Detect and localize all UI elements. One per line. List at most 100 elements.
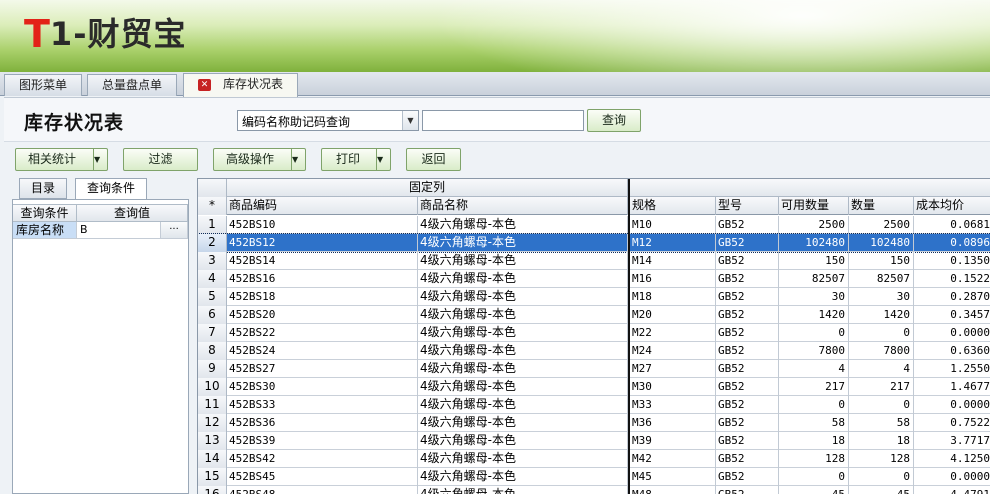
cell-spec[interactable]: M36 — [630, 414, 716, 432]
cell-model[interactable]: GB52 — [716, 432, 779, 450]
table-row[interactable]: 2 452BS12 4级六角螺母-本色 M12 GB52 102480 102480 0.08… — [198, 233, 990, 253]
cell-code[interactable]: 452BS45 — [227, 468, 418, 486]
cell-code[interactable]: 452BS27 — [227, 360, 418, 378]
cell-qty[interactable]: 0 — [849, 396, 914, 414]
cell-code[interactable]: 452BS14 — [227, 252, 418, 270]
cell-available-qty[interactable]: 1420 — [779, 306, 849, 324]
cell-avg-cost[interactable]: 3.7717 — [914, 432, 990, 450]
cell-available-qty[interactable]: 0 — [779, 324, 849, 342]
row-number[interactable]: 2 — [198, 234, 227, 252]
cell-name[interactable]: 4级六角螺母-本色 — [418, 216, 628, 234]
cell-qty[interactable]: 7800 — [849, 342, 914, 360]
row-select-all[interactable]: * — [198, 197, 227, 215]
table-row[interactable]: 6 452BS20 4级六角螺母-本色 M20 GB52 1420 1420 0.3457 — [198, 306, 990, 324]
cell-model[interactable]: GB52 — [716, 378, 779, 396]
tab-query-conditions[interactable]: 查询条件 — [75, 178, 148, 200]
chevron-down-icon[interactable]: ▼ — [93, 149, 107, 170]
col-header-spec[interactable]: 规格 — [630, 197, 716, 215]
cell-avg-cost[interactable]: 0.3457 — [914, 306, 990, 324]
back-button[interactable]: 返回 — [406, 148, 461, 171]
cell-avg-cost[interactable]: 0.0000 — [914, 468, 990, 486]
cell-qty[interactable]: 1420 — [849, 306, 914, 324]
cell-available-qty[interactable]: 30 — [779, 288, 849, 306]
table-row[interactable]: 8 452BS24 4级六角螺母-本色 M24 GB52 7800 7800 0.6360 — [198, 342, 990, 360]
tab-inventory-status[interactable]: ✕ 库存状况表 — [183, 73, 299, 97]
cell-spec[interactable]: M12 — [630, 234, 716, 252]
table-row[interactable]: 12 452BS36 4级六角螺母-本色 M36 GB52 58 58 0.7522 — [198, 414, 990, 432]
cell-avg-cost[interactable]: 0.0681 — [914, 216, 990, 234]
cell-model[interactable]: GB52 — [716, 288, 779, 306]
query-type-select[interactable]: 编码名称助记码查询 ▼ — [237, 110, 419, 131]
cell-code[interactable]: 452BS18 — [227, 288, 418, 306]
cell-available-qty[interactable]: 82507 — [779, 270, 849, 288]
cell-spec[interactable]: M24 — [630, 342, 716, 360]
row-number[interactable]: 13 — [198, 432, 227, 450]
cell-spec[interactable]: M10 — [630, 216, 716, 234]
cell-avg-cost[interactable]: 1.2550 — [914, 360, 990, 378]
cell-avg-cost[interactable]: 0.0000 — [914, 324, 990, 342]
tab-graphic-menu[interactable]: 图形菜单 — [4, 74, 83, 96]
tab-catalog[interactable]: 目录 — [19, 178, 68, 199]
row-number[interactable]: 15 — [198, 468, 227, 486]
cell-model[interactable]: GB52 — [716, 414, 779, 432]
table-row[interactable]: 4 452BS16 4级六角螺母-本色 M16 GB52 82507 82507 0.1522 — [198, 270, 990, 288]
cell-available-qty[interactable]: 45 — [779, 486, 849, 494]
cell-code[interactable]: 452BS36 — [227, 414, 418, 432]
cell-model[interactable]: GB52 — [716, 306, 779, 324]
row-number[interactable]: 3 — [198, 252, 227, 270]
cell-qty[interactable]: 2500 — [849, 216, 914, 234]
cell-code[interactable]: 452BS20 — [227, 306, 418, 324]
cell-avg-cost[interactable]: 4.1250 — [914, 450, 990, 468]
cell-code[interactable]: 452BS22 — [227, 324, 418, 342]
cell-name[interactable]: 4级六角螺母-本色 — [418, 396, 628, 414]
cell-code[interactable]: 452BS42 — [227, 450, 418, 468]
cell-model[interactable]: GB52 — [716, 360, 779, 378]
cell-name[interactable]: 4级六角螺母-本色 — [418, 252, 628, 270]
cell-code[interactable]: 452BS10 — [227, 216, 418, 234]
cell-avg-cost[interactable]: 0.1522 — [914, 270, 990, 288]
cell-model[interactable]: GB52 — [716, 252, 779, 270]
cell-avg-cost[interactable]: 0.7522 — [914, 414, 990, 432]
col-header-avg-cost[interactable]: 成本均价 — [914, 197, 990, 215]
row-number[interactable]: 5 — [198, 288, 227, 306]
cell-code[interactable]: 452BS24 — [227, 342, 418, 360]
table-row[interactable]: 5 452BS18 4级六角螺母-本色 M18 GB52 30 30 0.2870 — [198, 288, 990, 306]
col-header-qty[interactable]: 数量 — [849, 197, 914, 215]
cell-qty[interactable]: 150 — [849, 252, 914, 270]
chevron-down-icon[interactable]: ▼ — [376, 149, 390, 170]
cell-available-qty[interactable]: 150 — [779, 252, 849, 270]
cell-available-qty[interactable]: 58 — [779, 414, 849, 432]
cell-model[interactable]: GB52 — [716, 468, 779, 486]
ellipsis-button[interactable]: ··· — [161, 222, 188, 238]
table-row[interactable]: 14 452BS42 4级六角螺母-本色 M42 GB52 128 128 4.1250 — [198, 450, 990, 468]
close-icon[interactable]: ✕ — [198, 78, 211, 91]
cell-name[interactable]: 4级六角螺母-本色 — [418, 414, 628, 432]
condition-value[interactable]: B — [77, 222, 161, 238]
cell-avg-cost[interactable]: 1.4677 — [914, 378, 990, 396]
cell-available-qty[interactable]: 7800 — [779, 342, 849, 360]
cell-code[interactable]: 452BS12 — [227, 234, 418, 252]
cell-spec[interactable]: M45 — [630, 468, 716, 486]
cell-model[interactable]: GB52 — [716, 324, 779, 342]
cell-code[interactable]: 452BS16 — [227, 270, 418, 288]
cell-model[interactable]: GB52 — [716, 342, 779, 360]
cell-model[interactable]: GB52 — [716, 396, 779, 414]
cell-name[interactable]: 4级六角螺母-本色 — [418, 324, 628, 342]
cell-avg-cost[interactable]: 0.6360 — [914, 342, 990, 360]
cell-available-qty[interactable]: 102480 — [779, 234, 849, 252]
cell-avg-cost[interactable]: 0.0896 — [914, 234, 990, 252]
cell-model[interactable]: GB52 — [716, 270, 779, 288]
query-button[interactable]: 查询 — [587, 109, 641, 132]
cell-spec[interactable]: M22 — [630, 324, 716, 342]
cell-name[interactable]: 4级六角螺母-本色 — [418, 360, 628, 378]
cell-spec[interactable]: M48 — [630, 486, 716, 494]
cell-qty[interactable]: 4 — [849, 360, 914, 378]
cell-qty[interactable]: 82507 — [849, 270, 914, 288]
cell-spec[interactable]: M20 — [630, 306, 716, 324]
cell-qty[interactable]: 0 — [849, 324, 914, 342]
cell-name[interactable]: 4级六角螺母-本色 — [418, 468, 628, 486]
row-number[interactable]: 8 — [198, 342, 227, 360]
chevron-down-icon[interactable]: ▼ — [291, 149, 305, 170]
cell-qty[interactable]: 45 — [849, 486, 914, 494]
cell-available-qty[interactable]: 0 — [779, 468, 849, 486]
